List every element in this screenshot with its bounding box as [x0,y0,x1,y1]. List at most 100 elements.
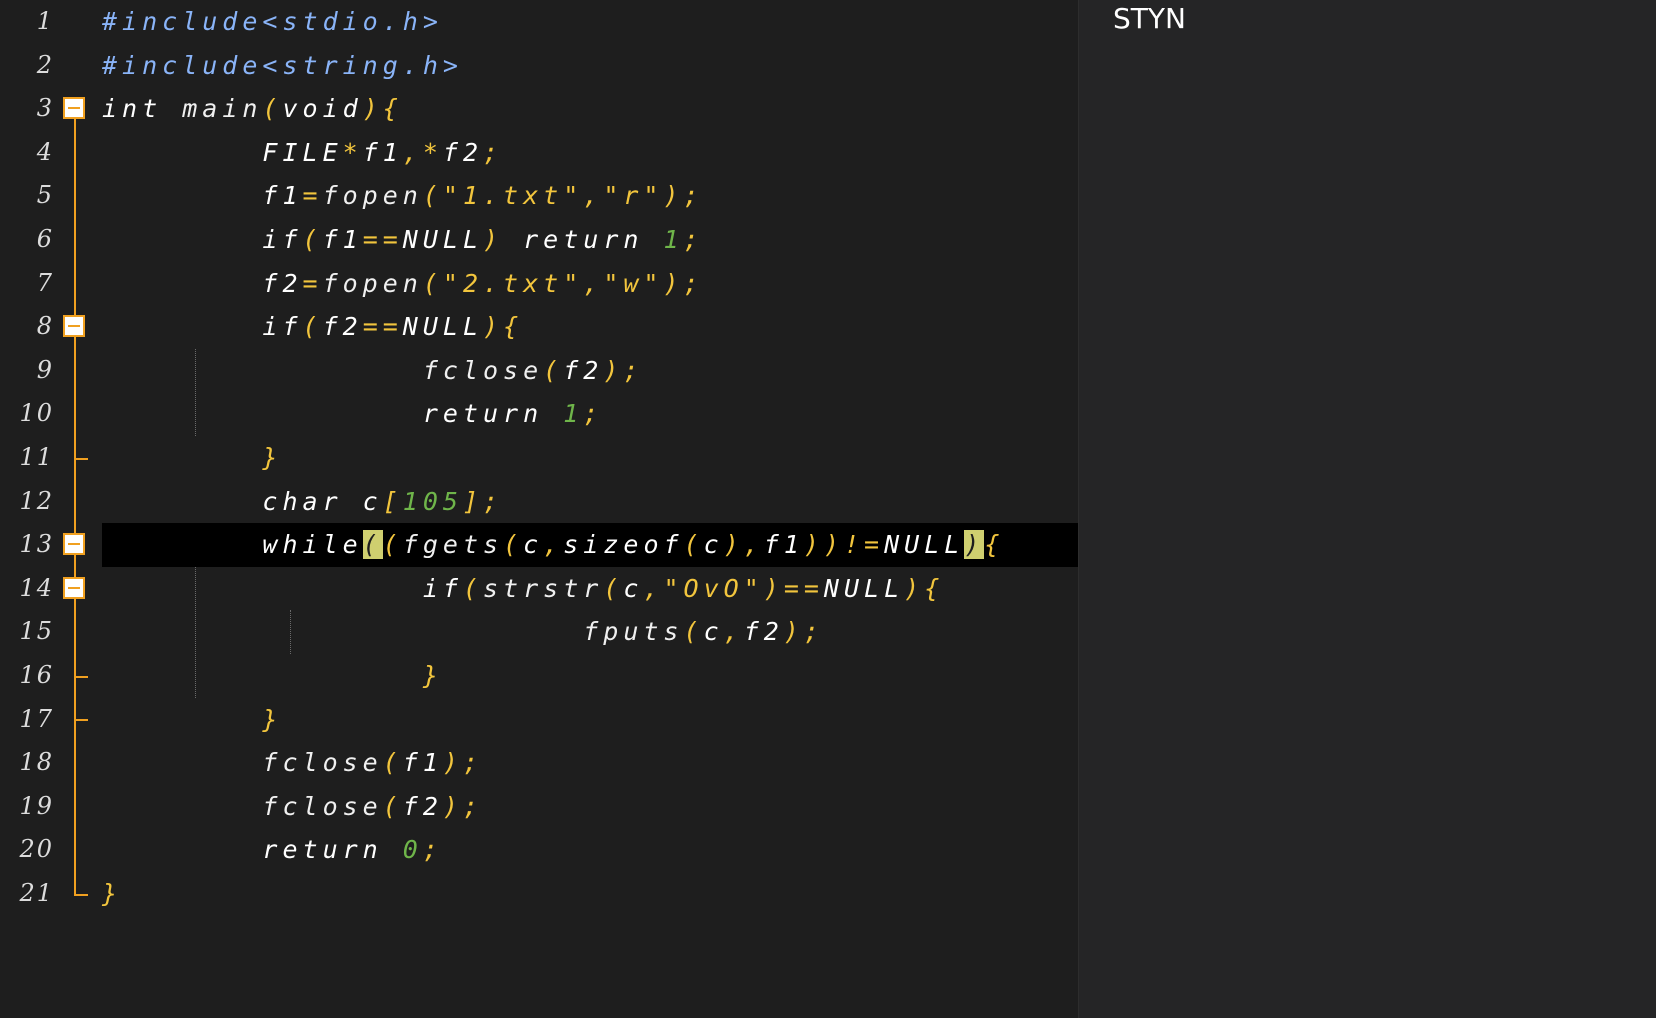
code-text[interactable]: } [102,872,122,916]
fold-toggle-icon[interactable] [63,576,85,599]
fold-toggle-icon[interactable] [63,315,85,338]
code-text[interactable]: FILE*f1,*f2; [102,131,503,175]
code-line[interactable]: 14 if(strstr(c,"OvO")==NULL){ [0,566,1078,611]
code-text[interactable]: fputs(c,f2); [102,610,824,654]
code-line[interactable]: 16 } [0,654,1078,698]
code-token: ); [663,181,704,211]
code-text[interactable]: char c[105]; [102,480,503,524]
code-line[interactable]: 8 if(f2==NULL){ [0,305,1078,349]
code-text[interactable]: f2=fopen("2.txt","w"); [102,262,704,306]
code-text[interactable]: fclose(f2); [102,349,643,393]
code-line[interactable]: 11 } [0,436,1078,480]
code-line[interactable]: 4 FILE*f1,*f2; [0,130,1078,175]
fold-toggle-icon[interactable] [63,533,85,556]
code-token: f1 [102,181,303,211]
fold-end-marker [74,893,88,896]
code-token: , [583,181,604,211]
code-token: return [523,225,664,254]
code-token: f2 [563,355,604,385]
code-token: f1 [322,225,363,254]
code-token: } [102,704,283,734]
code-line[interactable]: 1 #include<stdio.h> [0,0,1078,44]
output-panel: STYN [1078,0,1656,1018]
code-text[interactable]: } [102,698,282,742]
code-token: ; [422,835,443,865]
code-token: ; [483,137,504,167]
code-token: } [102,879,123,908]
code-token: f1 [763,530,804,560]
code-text[interactable]: int main(void){ [102,87,403,131]
code-token: , [583,268,604,298]
code-line[interactable]: 3 int main(void){ [0,87,1078,131]
code-token: ( [543,355,564,385]
code-text[interactable]: if(f2==NULL){ [102,305,523,349]
line-number: 21 [19,879,54,907]
line-number: 1 [36,7,54,35]
code-token: "2.txt" [442,268,584,298]
code-token: if [102,312,303,342]
code-text[interactable]: return 1; [102,392,603,436]
code-line[interactable]: 2 #include<string.h> [0,43,1078,88]
code-token: ){ [483,312,524,342]
code-line[interactable]: 12 char c[105]; [0,479,1078,524]
code-text[interactable]: #include<stdio.h> [102,0,443,44]
code-line[interactable]: 10 return 1; [0,392,1078,436]
code-token: NULL [402,225,484,254]
line-number: 14 [19,573,54,602]
code-line[interactable]: 21} [0,872,1078,916]
code-token: while [102,530,363,560]
code-token: ))!= [803,530,885,560]
code-token: ( [683,617,704,647]
code-text[interactable]: } [102,436,282,480]
code-token: if [102,225,303,254]
code-line[interactable]: 6 if(f1==NULL) return 1; [0,218,1078,262]
code-text[interactable]: return 0; [102,828,443,872]
code-text[interactable]: } [102,654,443,698]
code-token: c [523,530,544,560]
code-line[interactable]: 13 while((fgets(c,sizeof(c),f1))!=NULL){ [0,523,1078,567]
code-text[interactable]: while((fgets(c,sizeof(c),f1))!=NULL){ [102,523,1004,567]
code-token: fclose [102,355,544,385]
line-number: 11 [19,443,54,471]
code-text[interactable]: if(strstr(c,"OvO")==NULL){ [102,567,944,611]
code-token: "r" [603,181,664,211]
code-line[interactable]: 20 return 0; [0,828,1078,872]
code-token: NULL [823,573,905,603]
code-token: "1.txt" [442,181,584,211]
line-number: 12 [19,486,54,515]
fold-toggle-icon[interactable] [63,97,85,120]
code-line[interactable]: 19 fclose(f2); [0,784,1078,829]
code-text[interactable]: fclose(f1); [102,741,483,785]
code-token: ); [442,791,483,821]
code-token: c [703,530,724,560]
code-token: ( [382,748,403,778]
line-number: 10 [19,399,54,428]
code-token: strstr [483,573,604,603]
code-text[interactable]: if(f1==NULL) return 1; [102,218,704,262]
code-text[interactable]: fclose(f2); [102,785,483,829]
line-number: 9 [36,355,54,384]
code-line[interactable]: 9 fclose(f2); [0,348,1078,393]
code-token: f2 [743,617,784,647]
code-token: fgets [402,530,504,560]
code-token: ( [262,94,283,124]
code-token: fopen [322,181,423,211]
code-token: ); [783,617,824,647]
code-line[interactable]: 5 f1=fopen("1.txt","r"); [0,174,1078,218]
code-token: } [102,661,443,690]
line-number: 8 [36,312,54,341]
code-token: ){ [362,94,403,124]
fold-end-marker [74,719,88,722]
code-text[interactable]: #include<string.h> [102,44,463,88]
code-token: , [643,573,664,603]
code-token: "w" [603,268,664,298]
code-token: ), [723,530,764,560]
code-line[interactable]: 15 fputs(c,f2); [0,610,1078,654]
code-text[interactable]: f1=fopen("1.txt","r"); [102,174,704,218]
code-line[interactable]: 18 fclose(f1); [0,741,1078,785]
code-line[interactable]: 17 } [0,697,1078,742]
line-number: 15 [19,617,54,646]
code-line[interactable]: 7 f2=fopen("2.txt","w"); [0,261,1078,306]
code-token: ( [503,530,524,560]
code-editor[interactable]: 1 #include<stdio.h> 2 #include<string.h> 3 in… [0,0,1078,1018]
